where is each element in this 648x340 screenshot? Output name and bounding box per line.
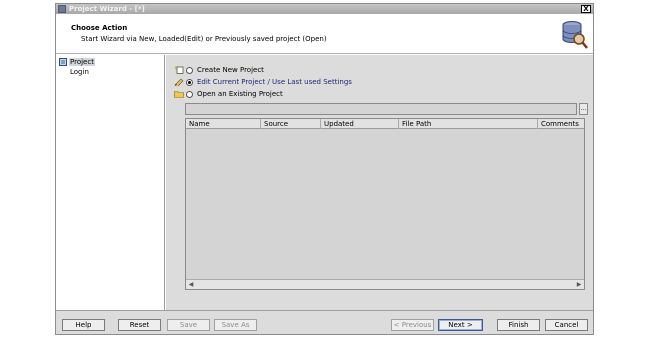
scroll-left-icon[interactable]: ◀ <box>187 281 195 288</box>
edit-icon <box>174 78 184 86</box>
wizard-footer: Help Reset Save Save As < Previous Next … <box>56 310 593 334</box>
step-description: Start Wizard via New, Loaded(Edit) or Pr… <box>81 35 327 43</box>
wizard-steps-panel: Project Login <box>56 55 165 310</box>
next-button[interactable]: Next > <box>438 319 483 331</box>
option-open-existing-project[interactable]: Open an Existing Project <box>174 89 283 99</box>
table-header: Name Source Updated File Path Comments <box>186 119 584 129</box>
reset-button[interactable]: Reset <box>118 319 161 331</box>
column-header-source[interactable]: Source <box>261 119 321 129</box>
column-header-name[interactable]: Name <box>186 119 261 129</box>
window-title: Project Wizard - [*] <box>69 5 145 13</box>
finish-button[interactable]: Finish <box>497 319 540 331</box>
scroll-right-icon[interactable]: ▶ <box>575 281 583 288</box>
browse-button[interactable]: ... <box>579 103 588 115</box>
close-button[interactable]: X <box>581 5 591 13</box>
nav-item-login[interactable]: Login <box>69 67 90 76</box>
title-bar[interactable]: Project Wizard - [*] X <box>56 4 593 14</box>
database-search-icon <box>562 21 588 49</box>
main-panel: Create New Project Edit Current Project … <box>166 55 593 310</box>
save-button[interactable]: Save <box>167 319 210 331</box>
project-path-input[interactable] <box>185 103 577 115</box>
column-header-file-path[interactable]: File Path <box>399 119 538 129</box>
edit-current-label: Edit Current Project / Use Last used Set… <box>197 78 352 86</box>
open-existing-radio[interactable] <box>186 90 193 98</box>
step-title: Choose Action <box>71 24 128 32</box>
nav-item-label: Project <box>69 57 95 66</box>
column-header-comments[interactable]: Comments <box>538 119 584 129</box>
create-new-radio[interactable] <box>186 66 193 74</box>
option-edit-current-project[interactable]: Edit Current Project / Use Last used Set… <box>174 77 352 87</box>
app-icon <box>58 5 66 13</box>
previous-button[interactable]: < Previous <box>391 319 434 331</box>
create-new-label: Create New Project <box>197 66 264 74</box>
project-wizard-window: Project Wizard - [*] X Choose Action Sta… <box>55 3 594 335</box>
folder-icon <box>174 91 184 98</box>
help-button[interactable]: Help <box>62 319 105 331</box>
new-project-icon <box>174 66 184 74</box>
open-existing-label: Open an Existing Project <box>197 90 283 98</box>
option-create-new-project[interactable]: Create New Project <box>174 65 264 75</box>
nav-item-project[interactable]: Project <box>59 57 95 66</box>
wizard-header: Choose Action Start Wizard via New, Load… <box>56 14 593 54</box>
projects-table[interactable]: Name Source Updated File Path Comments ◀… <box>185 118 585 290</box>
horizontal-scrollbar[interactable]: ◀ ▶ <box>186 279 584 289</box>
project-icon <box>59 57 67 66</box>
column-header-updated[interactable]: Updated <box>321 119 399 129</box>
cancel-button[interactable]: Cancel <box>545 319 588 331</box>
nav-item-label: Login <box>70 67 89 76</box>
edit-current-radio[interactable] <box>186 78 193 86</box>
save-as-button[interactable]: Save As <box>214 319 257 331</box>
